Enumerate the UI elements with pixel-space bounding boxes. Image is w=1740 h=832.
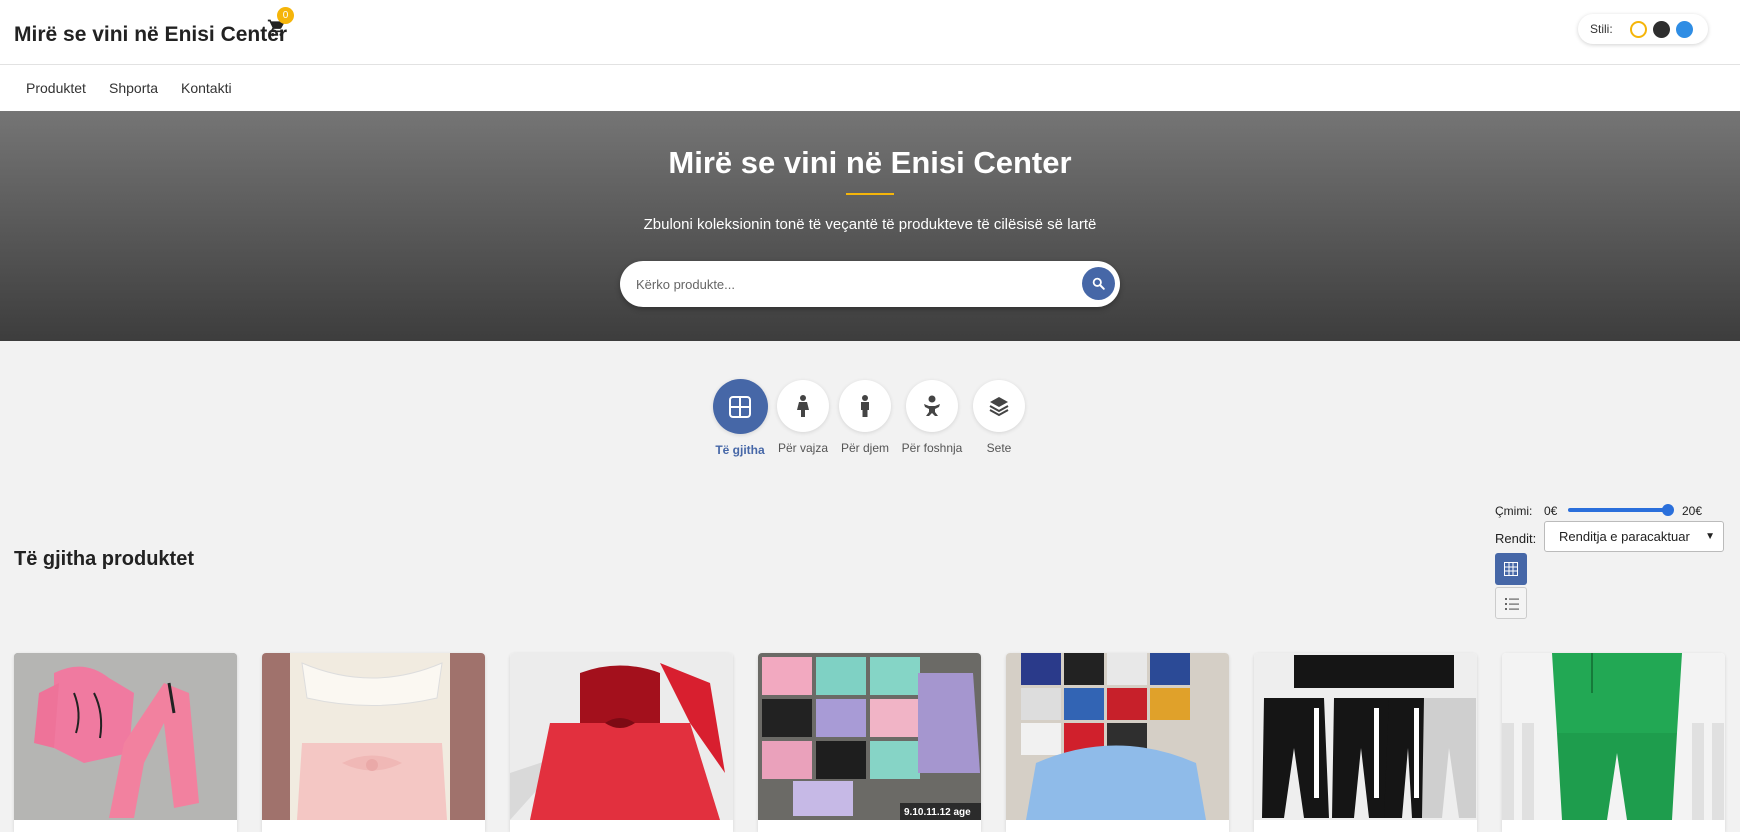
layers-icon	[973, 380, 1025, 432]
product-image[interactable]	[1006, 653, 1229, 820]
products-section-title: Të gjitha produktet	[14, 548, 194, 570]
nav-link-shporta[interactable]: Shporta	[109, 80, 158, 96]
product-image[interactable]	[1502, 653, 1725, 820]
price-filter-label: Çmimi:	[1495, 504, 1533, 518]
price-min-value: 0€	[1544, 504, 1558, 518]
top-header: Mirë se vini në Enisi Center 0 Stili:	[0, 0, 1740, 65]
list-view-button[interactable]	[1495, 587, 1527, 619]
brand-title[interactable]: Mirë se vini në Enisi Center	[14, 23, 287, 47]
hero-banner: Mirë se vini në Enisi Center Zbuloni kol…	[0, 111, 1740, 341]
product-image[interactable]	[510, 653, 733, 820]
grid-icon	[712, 379, 768, 434]
category-label: Të gjitha	[715, 443, 765, 457]
boy-icon	[839, 380, 891, 432]
product-card[interactable]	[1006, 653, 1229, 832]
girl-icon	[777, 380, 829, 432]
grid-view-button[interactable]	[1495, 553, 1527, 585]
sort-selected-value: Renditja e paracaktuar	[1559, 529, 1690, 544]
main-nav: Produktet Shporta Kontakti	[0, 65, 1740, 111]
product-image[interactable]: 9.10.11.12 age	[758, 653, 981, 820]
product-overlay-text: 9.10.11.12 age	[904, 807, 971, 818]
price-max-value: 20€	[1682, 504, 1703, 518]
product-card[interactable]	[14, 653, 237, 832]
style-label: Stili:	[1590, 22, 1613, 36]
product-card[interactable]	[1254, 653, 1477, 832]
product-card[interactable]	[1502, 653, 1725, 832]
product-image[interactable]	[262, 653, 485, 820]
cart-count-badge: 0	[277, 7, 294, 24]
category-sets[interactable]: Sete	[964, 380, 1034, 455]
search-input[interactable]	[636, 273, 1036, 295]
product-card[interactable]	[262, 653, 485, 832]
hero-divider	[846, 193, 894, 195]
table-grid-icon	[1504, 562, 1518, 576]
category-boys[interactable]: Për djem	[830, 380, 900, 455]
price-range-slider[interactable]	[1568, 504, 1674, 516]
nav-link-produktet[interactable]: Produktet	[26, 80, 86, 96]
product-card[interactable]	[510, 653, 733, 832]
category-label: Për foshnja	[901, 441, 963, 455]
product-card[interactable]: 9.10.11.12 age	[758, 653, 981, 832]
product-image[interactable]	[14, 653, 237, 820]
hero-title: Mirë se vini në Enisi Center	[668, 145, 1072, 180]
category-girls[interactable]: Për vajza	[768, 380, 838, 455]
product-image[interactable]	[1254, 653, 1477, 820]
search-icon	[1092, 277, 1105, 290]
category-all[interactable]: Të gjitha	[705, 379, 775, 457]
baby-icon	[906, 380, 958, 432]
style-switcher: Stili:	[1578, 14, 1708, 44]
nav-link-kontakti[interactable]: Kontakti	[181, 80, 232, 96]
search-button[interactable]	[1082, 267, 1115, 300]
chevron-down-icon: ▼	[1705, 531, 1715, 542]
hero-subtitle: Zbuloni koleksionin tonë të veçantë të p…	[643, 216, 1097, 233]
price-slider-handle[interactable]	[1662, 504, 1674, 516]
category-babies[interactable]: Për foshnja	[897, 380, 967, 455]
category-label: Për djem	[840, 441, 890, 455]
sort-label: Rendit:	[1495, 531, 1537, 546]
sort-select[interactable]: Renditja e paracaktuar ▼	[1544, 521, 1724, 552]
category-label: Sete	[986, 441, 1012, 455]
style-blue-swatch[interactable]	[1676, 21, 1693, 38]
category-label: Për vajza	[777, 441, 829, 455]
list-icon	[1505, 598, 1519, 610]
style-yellow-swatch[interactable]	[1630, 21, 1647, 38]
search-bar	[620, 261, 1120, 307]
style-dark-swatch[interactable]	[1653, 21, 1670, 38]
